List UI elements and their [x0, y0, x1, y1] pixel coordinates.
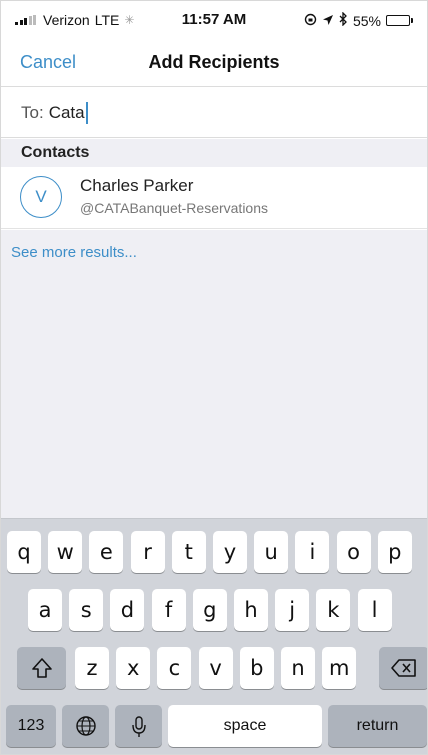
- key-d[interactable]: d: [110, 589, 145, 631]
- key-i[interactable]: i: [295, 531, 330, 573]
- key-e[interactable]: e: [89, 531, 124, 573]
- battery-icon: [386, 15, 413, 26]
- bluetooth-icon: [339, 11, 348, 29]
- key-f[interactable]: f: [151, 589, 186, 631]
- numbers-key[interactable]: 123: [6, 705, 56, 747]
- key-a[interactable]: a: [28, 589, 62, 631]
- key-g[interactable]: g: [192, 589, 227, 631]
- location-arrow-icon: [322, 13, 334, 29]
- key-l[interactable]: l: [357, 589, 392, 631]
- rotation-lock-icon: [304, 13, 317, 29]
- status-right: 55%: [304, 11, 413, 29]
- key-j[interactable]: j: [275, 589, 310, 631]
- microphone-icon: [131, 716, 146, 737]
- key-t[interactable]: t: [171, 531, 206, 573]
- avatar: V: [20, 176, 62, 218]
- navigation-bar: Cancel Add Recipients: [1, 41, 427, 87]
- space-key[interactable]: space: [168, 705, 322, 747]
- key-y[interactable]: y: [213, 531, 247, 573]
- globe-icon: [75, 716, 96, 736]
- keyboard: 123 space return qwertyuiop asdfghjkl zxcv…: [1, 518, 427, 754]
- recipient-input[interactable]: Cata: [49, 103, 85, 123]
- shift-arrow-icon: [31, 658, 52, 678]
- contacts-section-header: Contacts: [1, 139, 427, 167]
- key-x[interactable]: x: [116, 647, 151, 689]
- backspace-key[interactable]: [379, 647, 427, 689]
- status-bar: Verizon LTE ✳ 11:57 AM 55%: [1, 1, 427, 41]
- key-b[interactable]: b: [239, 647, 274, 689]
- key-w[interactable]: w: [48, 531, 83, 573]
- contact-result-row[interactable]: V Charles Parker @CATABanquet-Reservatio…: [1, 167, 427, 229]
- phone-screen: Verizon LTE ✳ 11:57 AM 55% Cancel Add Re…: [0, 0, 428, 755]
- key-p[interactable]: p: [377, 531, 412, 573]
- key-u[interactable]: u: [254, 531, 289, 573]
- contact-handle: @CATABanquet-Reservations: [80, 200, 268, 216]
- key-r[interactable]: r: [130, 531, 165, 573]
- dictation-key[interactable]: [115, 705, 162, 747]
- see-more-results-link[interactable]: See more results...: [11, 244, 137, 261]
- contact-name: Charles Parker: [80, 176, 194, 195]
- key-h[interactable]: h: [234, 589, 268, 631]
- key-o[interactable]: o: [336, 531, 371, 573]
- shift-key[interactable]: [17, 647, 66, 689]
- key-m[interactable]: m: [322, 647, 357, 689]
- to-label: To:: [21, 102, 44, 122]
- battery-percent: 55%: [352, 12, 381, 29]
- key-s[interactable]: s: [69, 589, 104, 631]
- globe-key[interactable]: [62, 705, 109, 747]
- key-v[interactable]: v: [198, 647, 233, 689]
- results-background: [1, 230, 427, 518]
- key-c[interactable]: c: [157, 647, 192, 689]
- cancel-button[interactable]: Cancel: [20, 52, 76, 73]
- return-key[interactable]: return: [328, 705, 427, 747]
- recipient-input-row[interactable]: To: Cata: [1, 88, 427, 138]
- key-n[interactable]: n: [281, 647, 315, 689]
- key-k[interactable]: k: [316, 589, 351, 631]
- key-z[interactable]: z: [75, 647, 109, 689]
- text-cursor: [85, 101, 88, 124]
- delete-backward-icon: [391, 659, 416, 677]
- key-q[interactable]: q: [7, 531, 41, 573]
